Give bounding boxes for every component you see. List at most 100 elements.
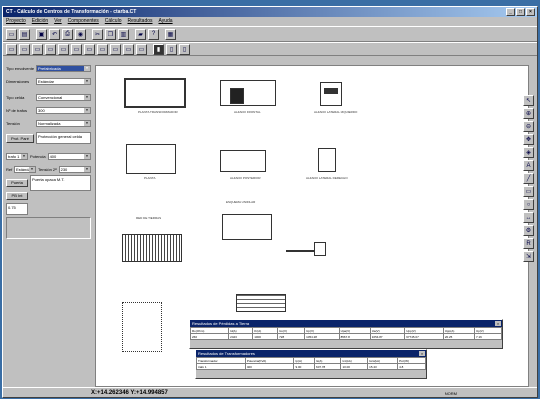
- cota-text[interactable]: 0.75: [6, 203, 28, 215]
- results-table: Ro(Ohm) Id(A) Kr(A) Uo(V) Up(V) Upa(V) U…: [189, 327, 503, 340]
- ref-label: Ref: [6, 166, 13, 172]
- preview-icon[interactable]: ◉: [75, 28, 86, 40]
- preview-box: [6, 217, 91, 239]
- table-row[interactable]: 260 2423 1000 728 1054.28 8567.8 1654.87…: [189, 333, 503, 340]
- print-icon[interactable]: ⎙: [62, 28, 73, 40]
- table-cell: 1000: [252, 333, 279, 340]
- field-row: Nº de trafos 300: [6, 105, 91, 115]
- component-3-icon[interactable]: ▭: [32, 43, 43, 55]
- component-9-icon[interactable]: ▭: [110, 43, 121, 55]
- close-icon[interactable]: ×: [419, 351, 425, 356]
- minimize-button[interactable]: _: [506, 8, 515, 16]
- potencia-select[interactable]: 400: [47, 152, 91, 160]
- celda-select[interactable]: Convencional: [36, 93, 91, 101]
- component-4-icon[interactable]: ▭: [45, 43, 56, 55]
- panel-title-text: Resultados de Pérdidas a Tierra: [192, 321, 250, 326]
- envolvente-select[interactable]: Prefabricada: [36, 64, 91, 72]
- component-7-icon[interactable]: ▭: [84, 43, 95, 55]
- results-panel-tierra[interactable]: Resultados de Pérdidas a Tierra × Ro(Ohm…: [189, 319, 503, 349]
- table-cell: trafo 1: [196, 363, 246, 370]
- menu-bar: Proyecto Edición Ver Componentes Cálculo…: [3, 17, 537, 26]
- dimensiones-select[interactable]: Estándar: [36, 77, 91, 85]
- menu-componentes[interactable]: Componentes: [68, 17, 99, 26]
- circle-icon[interactable]: ○: [523, 199, 534, 210]
- ref-select[interactable]: Estándar: [14, 165, 36, 173]
- field-row: trafo 1 Potencia 400: [6, 151, 91, 161]
- menu-edicion[interactable]: Edición: [32, 17, 48, 26]
- component-10-icon[interactable]: ▭: [123, 43, 134, 55]
- drawing-detail[interactable]: [122, 302, 162, 352]
- cell-icon[interactable]: ▮: [153, 43, 164, 55]
- field-label: Dimensiones: [6, 78, 30, 84]
- close-icon[interactable]: ×: [495, 321, 501, 326]
- component-1-icon[interactable]: ▭: [6, 43, 17, 55]
- field-row: Tipo celda Convencional: [6, 92, 91, 102]
- layer-icon[interactable]: ◈: [523, 147, 534, 158]
- zoom-out-icon[interactable]: ⊖: [523, 121, 534, 132]
- prot-text[interactable]: Protección general celda: [36, 132, 91, 144]
- tension-select[interactable]: Normalizada: [36, 119, 91, 127]
- line-icon[interactable]: ╱: [523, 173, 534, 184]
- open-icon[interactable]: ▤: [19, 28, 30, 40]
- symbol-icon[interactable]: ⚙: [523, 225, 534, 236]
- menu-ayuda[interactable]: Ayuda: [159, 17, 173, 26]
- pointer-icon[interactable]: ↖: [523, 95, 534, 106]
- measure-icon[interactable]: ↔: [523, 212, 534, 223]
- trafo-select[interactable]: trafo 1: [6, 152, 28, 160]
- table-cell: 7.16: [473, 333, 503, 340]
- copy-icon[interactable]: ❐: [105, 28, 116, 40]
- table-cell: 15.43: [367, 363, 399, 370]
- component-11-icon[interactable]: ▭: [136, 43, 147, 55]
- pan-icon[interactable]: ✥: [523, 134, 534, 145]
- field-row: Tensión Normalizada: [6, 118, 91, 128]
- menu-calculo[interactable]: Cálculo: [105, 17, 122, 26]
- folder-icon[interactable]: ▰: [135, 28, 146, 40]
- cell-3-icon[interactable]: ▯: [179, 43, 190, 55]
- tension2-select[interactable]: 230: [58, 165, 91, 173]
- table-cell: 400: [244, 363, 295, 370]
- puerta-text[interactable]: Puerta opaca M.T.: [30, 175, 91, 191]
- component-2-icon[interactable]: ▭: [19, 43, 30, 55]
- field-row: Puerta Puerta opaca M.T.: [6, 175, 91, 191]
- paste-icon[interactable]: ▥: [118, 28, 129, 40]
- table-cell: 728: [277, 333, 306, 340]
- help-icon[interactable]: ?: [148, 28, 159, 40]
- drawing-table[interactable]: [236, 294, 286, 312]
- refresh-icon[interactable]: R: [523, 238, 534, 249]
- cota-button[interactable]: PB Int: [6, 192, 28, 200]
- status-bar: X:+14.262346 Y:+14.994857 NORM: [3, 387, 537, 397]
- export-icon[interactable]: ⇲: [523, 251, 534, 262]
- table-row[interactable]: trafo 1 400 9.00 607.78 10.00 15.43 4.8: [196, 363, 426, 370]
- rect-icon[interactable]: ▭: [523, 186, 534, 197]
- new-icon[interactable]: ▭: [6, 28, 17, 40]
- field-row: 0.75: [6, 203, 91, 215]
- drawing-label: PLANTA TRANSFORMADOR: [138, 110, 178, 114]
- component-5-icon[interactable]: ▭: [58, 43, 69, 55]
- window-title: CT - Cálculo de Centros de Transformació…: [6, 9, 137, 15]
- menu-ver[interactable]: Ver: [54, 17, 62, 26]
- close-button[interactable]: ×: [526, 8, 535, 16]
- component-6-icon[interactable]: ▭: [71, 43, 82, 55]
- undo-icon[interactable]: ↶: [49, 28, 60, 40]
- cut-icon[interactable]: ✂: [92, 28, 103, 40]
- zoom-in-icon[interactable]: ⊕: [523, 108, 534, 119]
- title-bar: CT - Cálculo de Centros de Transformació…: [3, 7, 537, 17]
- prot-button[interactable]: Prot. Paré: [6, 133, 34, 143]
- cell-2-icon[interactable]: ▯: [166, 43, 177, 55]
- menu-resultados[interactable]: Resultados: [127, 17, 152, 26]
- puerta-button[interactable]: Puerta: [6, 179, 28, 187]
- field-label: Tipo celda: [6, 94, 25, 100]
- save-icon[interactable]: ▣: [36, 28, 47, 40]
- grid-icon[interactable]: ▦: [165, 28, 176, 40]
- text-icon[interactable]: A: [523, 160, 534, 171]
- trafos-select[interactable]: 300: [36, 106, 91, 114]
- menu-proyecto[interactable]: Proyecto: [6, 17, 26, 26]
- field-label: Tensión: [6, 120, 20, 126]
- results-panel-trafos[interactable]: Resultados de Transformadores × Transfor…: [195, 349, 427, 379]
- maximize-button[interactable]: □: [516, 8, 525, 16]
- field-label: Tipo envolvente: [6, 65, 35, 71]
- table-cell: 1654.87: [369, 333, 406, 340]
- component-8-icon[interactable]: ▭: [97, 43, 108, 55]
- drawing-label: PLANTA: [144, 176, 156, 180]
- coordinates-readout: X:+14.262346 Y:+14.994857: [91, 390, 168, 396]
